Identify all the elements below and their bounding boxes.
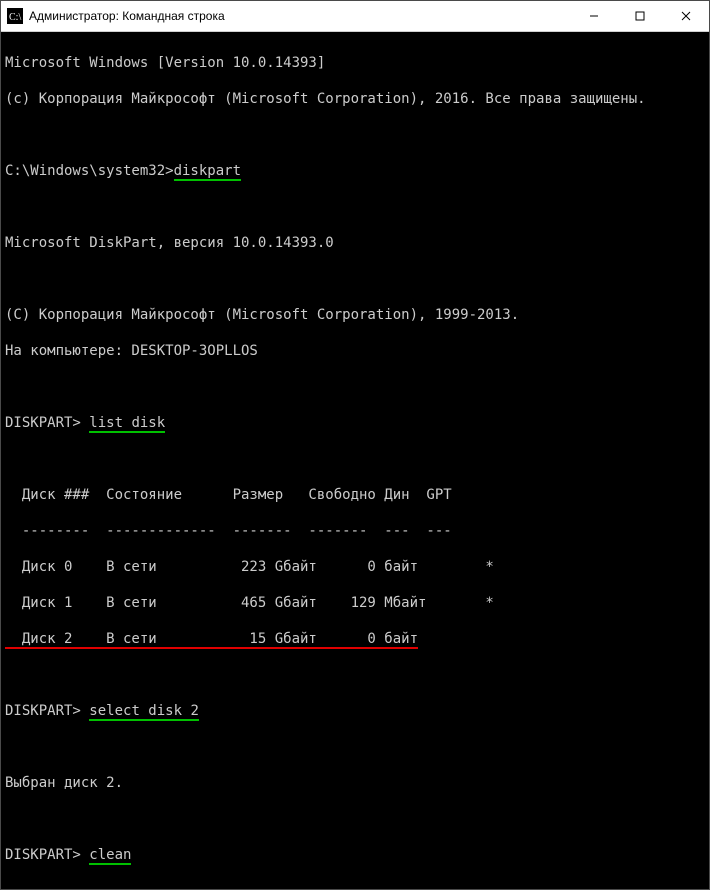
diskpart-prompt: DISKPART>: [5, 847, 89, 863]
prompt-list-disk: DISKPART> list disk: [5, 414, 705, 432]
titlebar-left: C:\ Администратор: Командная строка: [1, 8, 225, 24]
prompt-clean: DISKPART> clean: [5, 846, 705, 864]
cmd-select-disk: select disk 2: [89, 703, 199, 721]
prompt-select-disk: DISKPART> select disk 2: [5, 702, 705, 720]
diskpart-copyright: (C) Корпорация Майкрософт (Microsoft Cor…: [5, 306, 705, 324]
table-rule: -------- ------------- ------- ------- -…: [5, 522, 705, 540]
diskpart-version: Microsoft DiskPart, версия 10.0.14393.0: [5, 234, 705, 252]
svg-text:C:\: C:\: [9, 12, 21, 23]
highlighted-row-disk2: Диск 2 В сети 15 Gбайт 0 байт: [5, 631, 418, 649]
cmd-icon: C:\: [7, 8, 23, 24]
table-row: Диск 2 В сети 15 Gбайт 0 байт: [5, 630, 705, 648]
header-line-1: Microsoft Windows [Version 10.0.14393]: [5, 54, 705, 72]
window-controls: [571, 1, 709, 31]
prompt-prefix: C:\Windows\system32>: [5, 163, 174, 179]
diskpart-prompt: DISKPART>: [5, 415, 89, 431]
minimize-button[interactable]: [571, 1, 617, 31]
table-row: Диск 0 В сети 223 Gбайт 0 байт *: [5, 558, 705, 576]
cmd-diskpart: diskpart: [174, 163, 241, 181]
terminal-area[interactable]: Microsoft Windows [Version 10.0.14393] (…: [1, 32, 709, 889]
msg-select-disk: Выбран диск 2.: [5, 774, 705, 792]
titlebar: C:\ Администратор: Командная строка: [1, 1, 709, 32]
header-line-2: (c) Корпорация Майкрософт (Microsoft Cor…: [5, 90, 705, 108]
cmd-list-disk: list disk: [89, 415, 165, 433]
table-head: Диск ### Состояние Размер Свободно Дин G…: [5, 486, 705, 504]
close-button[interactable]: [663, 1, 709, 31]
table-row: Диск 1 В сети 465 Gбайт 129 Мбайт *: [5, 594, 705, 612]
prompt-diskpart: C:\Windows\system32>diskpart: [5, 162, 705, 180]
maximize-button[interactable]: [617, 1, 663, 31]
diskpart-prompt: DISKPART>: [5, 703, 89, 719]
cmd-clean: clean: [89, 847, 131, 865]
window-title: Администратор: Командная строка: [29, 9, 225, 23]
diskpart-computer: На компьютере: DESKTOP-3OPLLOS: [5, 342, 705, 360]
command-prompt-window: C:\ Администратор: Командная строка Micr…: [0, 0, 710, 890]
